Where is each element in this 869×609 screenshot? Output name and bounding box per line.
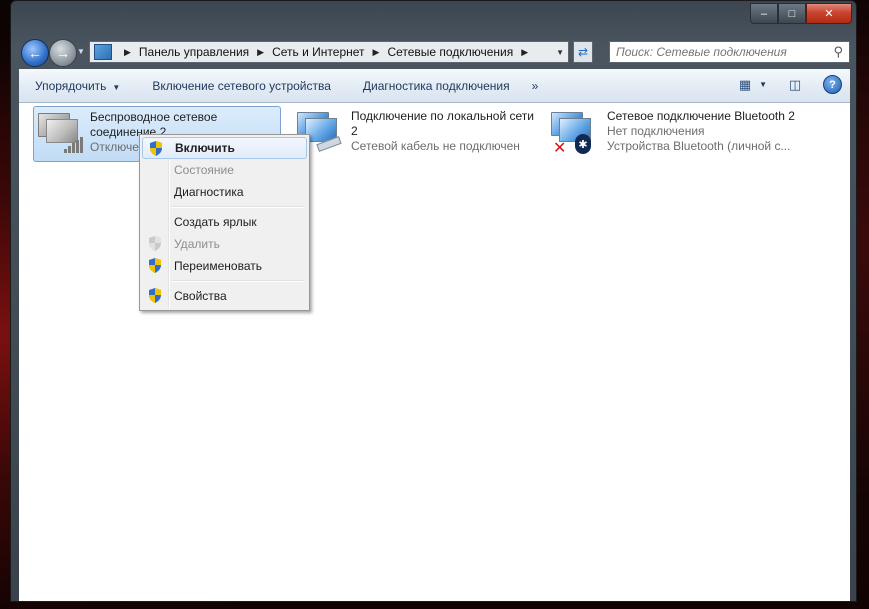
connection-status: Сетевой кабель не подключен — [351, 139, 520, 153]
context-menu: Включить Состояние Диагностика Создать я… — [139, 134, 310, 311]
uac-shield-icon — [148, 288, 162, 303]
breadcrumb-network-connections[interactable]: Сетевые подключения — [387, 45, 513, 59]
control-panel-icon — [94, 44, 112, 60]
menu-item-delete[interactable]: Удалить — [142, 233, 307, 255]
menu-item-label: Удалить — [174, 237, 220, 251]
forward-button[interactable]: → — [49, 39, 77, 67]
maximize-button[interactable]: □ — [778, 3, 806, 24]
chevron-right-icon[interactable]: ▶ — [257, 47, 264, 58]
menu-item-rename[interactable]: Переименовать — [142, 255, 307, 277]
bluetooth-network-icon: ✕ ✱ — [547, 106, 597, 157]
explorer-window: – □ ✕ ← → ▼ ▶ Панель управления ▶ Сеть и… — [10, 0, 857, 602]
chevron-right-icon[interactable]: ▶ — [521, 47, 528, 58]
connection-item-bluetooth[interactable]: ✕ ✱ Сетевое подключение Bluetooth 2 Нет … — [547, 106, 847, 160]
enable-device-button[interactable]: Включение сетевого устройства — [136, 79, 347, 93]
more-commands-button[interactable]: » — [526, 79, 545, 93]
connection-item-lan[interactable]: Подключение по локальной сети 2 Сетевой … — [293, 106, 543, 160]
breadcrumb-control-panel[interactable]: Панель управления — [139, 45, 249, 59]
search-input[interactable] — [614, 44, 828, 60]
command-bar-right: ▦ ▼ ◫ ? — [737, 75, 842, 94]
menu-item-label: Свойства — [174, 289, 227, 303]
chevron-down-icon: ▼ — [112, 82, 121, 92]
search-icon[interactable]: ⚲ — [833, 44, 843, 60]
change-view-icon[interactable]: ▦ — [737, 77, 753, 93]
wireless-network-icon — [34, 107, 84, 157]
menu-item-enable[interactable]: Включить — [142, 137, 307, 159]
bluetooth-icon: ✱ — [575, 134, 591, 154]
address-bar[interactable]: ▶ Панель управления ▶ Сеть и Интернет ▶ … — [89, 41, 569, 63]
breadcrumb: ▶ Панель управления ▶ Сеть и Интернет ▶ … — [116, 45, 536, 59]
close-button[interactable]: ✕ — [806, 3, 852, 24]
uac-shield-icon — [148, 236, 162, 251]
menu-item-label: Создать ярлык — [174, 215, 257, 229]
menu-item-properties[interactable]: Свойства — [142, 285, 307, 307]
menu-separator — [172, 280, 305, 282]
menu-item-create-shortcut[interactable]: Создать ярлык — [142, 211, 307, 233]
connection-name: Сетевое подключение Bluetooth 2 — [607, 109, 795, 123]
title-bar[interactable]: – □ ✕ — [11, 1, 856, 35]
menu-item-diagnose[interactable]: Диагностика — [142, 181, 307, 203]
preview-pane-icon[interactable]: ◫ — [787, 77, 803, 93]
menu-item-status[interactable]: Состояние — [142, 159, 307, 181]
refresh-icon: ⇄ — [577, 45, 589, 59]
forward-arrow-icon: → — [56, 45, 70, 61]
command-bar: Упорядочить ▼ Включение сетевого устройст… — [19, 69, 850, 103]
search-box[interactable]: ⚲ — [609, 41, 850, 63]
connection-name: Подключение по локальной сети 2 — [351, 109, 534, 138]
view-options-dropdown-icon[interactable]: ▼ — [759, 80, 767, 89]
organize-button[interactable]: Упорядочить ▼ — [19, 79, 136, 93]
connection-status: Нет подключения — [607, 124, 705, 138]
refresh-button[interactable]: ⇄ — [573, 41, 593, 63]
menu-separator — [172, 206, 305, 208]
recent-pages-dropdown[interactable]: ▼ — [77, 47, 85, 56]
back-arrow-icon: ← — [28, 45, 42, 61]
connection-device: Устройства Bluetooth (личной с... — [607, 139, 791, 153]
breadcrumb-network-internet[interactable]: Сеть и Интернет — [272, 45, 364, 59]
address-dropdown-icon[interactable]: ▼ — [556, 48, 564, 57]
caption-buttons: – □ ✕ — [750, 3, 852, 24]
diagnose-connection-button[interactable]: Диагностика подключения — [347, 79, 526, 93]
uac-shield-icon — [148, 258, 162, 273]
menu-item-label: Включить — [175, 141, 235, 155]
menu-item-label: Переименовать — [174, 259, 262, 273]
back-button[interactable]: ← — [21, 39, 49, 67]
error-x-icon: ✕ — [553, 140, 567, 157]
organize-label: Упорядочить — [35, 78, 107, 93]
menu-item-label: Диагностика — [174, 185, 244, 199]
minimize-button[interactable]: – — [750, 3, 778, 24]
chevron-right-icon[interactable]: ▶ — [373, 47, 380, 58]
menu-item-label: Состояние — [174, 163, 234, 177]
chevron-right-icon[interactable]: ▶ — [124, 47, 131, 58]
uac-shield-icon — [149, 141, 163, 156]
help-icon[interactable]: ? — [823, 75, 842, 94]
navigation-bar: ← → ▼ ▶ Панель управления ▶ Сеть и Интер… — [11, 35, 856, 69]
